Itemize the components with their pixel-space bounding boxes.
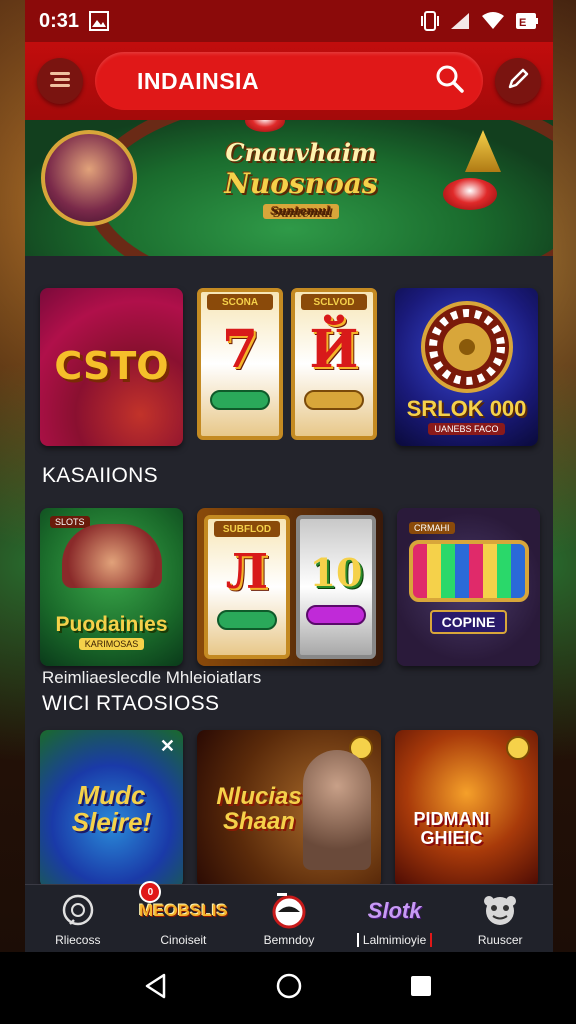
slot-machine-icon xyxy=(408,540,529,602)
game-tile-reels[interactable]: SCONA 7 SCLVOD Й xyxy=(197,288,381,446)
game-row-1: CSTO SCONA 7 SCLVOD Й SRLOK 000 UANEBS F xyxy=(40,288,540,446)
game-title: Nlucias Shaan xyxy=(216,782,302,835)
nav-item-bemndoy[interactable]: Bemndoy xyxy=(241,893,337,947)
character-art xyxy=(303,750,371,870)
system-nav-bar xyxy=(0,952,576,1024)
menu-button[interactable] xyxy=(37,58,83,104)
avatar xyxy=(41,130,137,226)
banner-title-line2: Nuosnoas xyxy=(224,167,378,200)
slot-reel: SUBFLOD Л xyxy=(204,515,290,659)
slot-logo-icon: Slotk xyxy=(368,893,422,929)
reel-indicator xyxy=(306,604,366,625)
reel-indicator xyxy=(304,389,364,410)
game-tile-nlucias[interactable]: Nlucias Shaan xyxy=(197,730,381,888)
promo-banner[interactable]: Cnauvhaim Nuosnoas Suntemul xyxy=(25,120,553,256)
game-title: PIDMANI GHIEIC xyxy=(413,809,490,848)
search-icon[interactable] xyxy=(435,64,465,99)
reel-indicator xyxy=(210,389,270,410)
close-icon[interactable]: ✕ xyxy=(160,736,175,757)
search-input[interactable]: INDAINSIA xyxy=(95,52,483,110)
characters-art xyxy=(62,524,162,588)
pencil-icon xyxy=(505,66,531,97)
roulette-icon xyxy=(420,301,513,394)
reel-symbol: 7 xyxy=(221,318,259,380)
slot-reel: SCLVOD Й xyxy=(291,288,377,440)
game-title: CSTO xyxy=(54,344,169,389)
reel-indicator xyxy=(217,610,277,630)
game-tile-mudc-sleire[interactable]: ✕ Mudc Sleire! xyxy=(40,730,183,888)
recents-square-icon[interactable] xyxy=(408,973,434,1004)
game-tile-puodainies[interactable]: SLOTS Puodainies KARIMOSAS xyxy=(40,508,183,666)
status-time: 0:31 xyxy=(39,9,80,32)
slot-reel: SCONA 7 xyxy=(197,288,283,440)
game-tile-reels-2[interactable]: SUBFLOD Л 10 xyxy=(197,508,383,666)
svg-text:E: E xyxy=(519,17,526,29)
status-bar: 0:31 E xyxy=(25,0,553,42)
banner-title: Cnauvhaim Nuosnoas Suntemul xyxy=(201,138,401,219)
game-title: COPINE xyxy=(429,610,508,634)
nav-item-lalmimioyie[interactable]: Slotk Lalmimioyie xyxy=(347,893,443,947)
reel-symbol: Й xyxy=(309,318,359,380)
logo-text: Slotk xyxy=(367,898,422,923)
chip-icon xyxy=(443,178,497,210)
signal-icon xyxy=(449,11,471,31)
reel-label: SCLVOD xyxy=(301,294,367,310)
nav-item-ruuscer[interactable]: Ruuscer xyxy=(452,893,548,947)
game-title: Puodainies xyxy=(55,612,168,636)
tile-top-label: SLOTS xyxy=(50,516,90,528)
nav-label: Bemndoy xyxy=(263,933,315,947)
search-query: INDAINSIA xyxy=(137,67,260,94)
game-title: Mudc Sleire! xyxy=(71,779,152,837)
section-title-kasaiions: KASAIIONS xyxy=(42,464,158,487)
tile-top-label: CRMAHI xyxy=(409,522,455,534)
reel-label: SCONA xyxy=(207,294,273,310)
back-triangle-icon[interactable] xyxy=(142,972,170,1005)
home-circle-icon[interactable] xyxy=(274,971,304,1006)
gallery-icon xyxy=(89,11,110,31)
main-content: Cnauvhaim Nuosnoas Suntemul CSTO SCONA 7… xyxy=(25,120,553,952)
banner-title-line1: Cnauvhaim xyxy=(225,138,377,167)
nav-label: Cinoiseit xyxy=(160,933,207,947)
nav-label: Lalmimioyie xyxy=(356,933,433,947)
banner-title-line3: Suntemul xyxy=(263,204,339,219)
nav-label: Rliecoss xyxy=(55,933,101,947)
nav-item-rliecoss[interactable]: Rliecoss xyxy=(30,893,126,947)
game-tile-csto[interactable]: CSTO xyxy=(40,288,183,446)
logo-text: MEOBSLIS xyxy=(138,901,228,920)
game-title: SRLOK 000 xyxy=(406,396,527,422)
vibrate-icon xyxy=(421,10,439,32)
chat-icon xyxy=(60,893,96,929)
badge-icon xyxy=(506,736,530,760)
game-tile-pidmani[interactable]: PIDMANI GHIEIC xyxy=(395,730,538,888)
game-row-2: SLOTS Puodainies KARIMOSAS SUBFLOD Л 10 … xyxy=(40,508,540,666)
hamburger-icon xyxy=(48,69,72,94)
mascot-icon xyxy=(481,893,519,929)
game-tile-copine[interactable]: CRMAHI COPINE xyxy=(397,508,540,666)
reel-symbol: 10 xyxy=(309,549,363,595)
game-subtitle: UANEBS FACO xyxy=(428,422,505,435)
slot-reel: 10 xyxy=(296,515,376,659)
reel-label: SUBFLOD xyxy=(214,521,280,537)
game-tile-roulette[interactable]: SRLOK 000 UANEBS FACO xyxy=(395,288,538,446)
battery-icon: E xyxy=(515,11,539,31)
reel-symbol: Л xyxy=(225,544,269,600)
game-row-3: ✕ Mudc Sleire! Nlucias Shaan PIDMANI GHI… xyxy=(40,730,540,888)
section-title-wici: WICI RTAOSIOSS xyxy=(42,692,220,715)
section-subtitle: Reimliaeslecdle Mhleioiatlars xyxy=(42,668,262,687)
bottom-nav: Rliecoss 0 MEOBSLIS Cinoiseit Bemndoy Sl… xyxy=(25,881,553,952)
edit-button[interactable] xyxy=(495,58,541,104)
nav-item-cinoiseit[interactable]: 0 MEOBSLIS Cinoiseit xyxy=(135,881,231,947)
app-header: INDAINSIA xyxy=(25,42,553,120)
wifi-icon xyxy=(481,11,505,31)
game-subtitle: KARIMOSAS xyxy=(78,638,145,650)
nav-label: Ruuscer xyxy=(477,933,523,947)
brand-icon xyxy=(269,893,309,929)
